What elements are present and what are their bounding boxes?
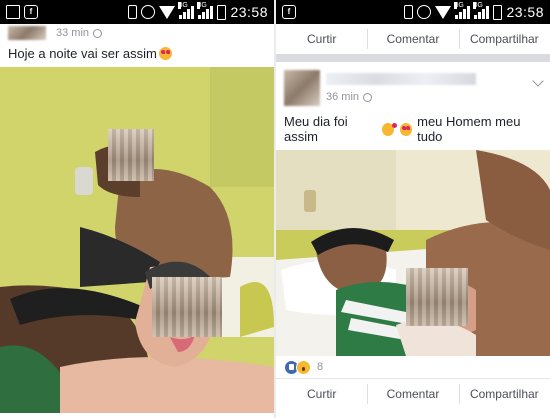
wifi-icon (435, 5, 452, 19)
post-time[interactable]: 36 min (326, 91, 359, 103)
like-button[interactable]: Curtir (276, 32, 367, 46)
share-button[interactable]: Compartilhar (458, 383, 550, 404)
post-meta: 36 min (326, 91, 534, 103)
author-name-redacted[interactable] (326, 73, 476, 85)
status-bar: f 3G 3G 23:58 (276, 0, 550, 24)
battery-icon (493, 4, 503, 20)
like-button[interactable]: Curtir (276, 387, 367, 401)
battery-icon (217, 4, 227, 20)
signal-icon: 3G (178, 2, 195, 19)
globe-icon (363, 92, 373, 102)
post-header: 36 min (276, 62, 550, 108)
comment-button[interactable]: Comentar (367, 383, 458, 404)
network-type-label: 3G (178, 2, 188, 9)
post-photo[interactable] (276, 150, 550, 356)
avatar[interactable] (8, 26, 46, 40)
signal-icon-2: 3G (197, 2, 214, 19)
blur-face-1 (108, 129, 154, 181)
blur-face-2 (152, 277, 222, 337)
post-actions: Curtir Comentar Compartilhar (276, 378, 550, 408)
clock-time: 23:58 (230, 4, 268, 20)
signal-icon-2: 3G (473, 2, 490, 19)
reaction-count[interactable]: 8 (317, 361, 323, 373)
post-message-start: Meu dia foi assim (284, 114, 348, 144)
photo-illustration (0, 67, 274, 413)
alarm-icon (417, 5, 432, 19)
network-type-label: 3G (454, 2, 464, 9)
alarm-icon (141, 5, 156, 19)
post-time[interactable]: 33 min (56, 27, 89, 39)
heart-eyes-emoji-icon (399, 122, 413, 136)
heart-eyes-emoji-icon (158, 47, 172, 60)
chevron-down-icon[interactable] (532, 75, 544, 87)
gallery-icon (6, 5, 20, 19)
post-text: Hoje a noite vai ser assim (0, 42, 274, 67)
wifi-icon (159, 5, 176, 19)
post-photo[interactable] (0, 67, 274, 413)
feed-separator (276, 54, 550, 62)
share-button[interactable]: Compartilhar (458, 29, 550, 49)
globe-icon (93, 28, 103, 38)
left-screenshot: f 3G 3G 23:58 33 min Hoje a noite vai se… (0, 0, 274, 418)
vibrate-icon (128, 5, 138, 19)
comment-button[interactable]: Comentar (367, 29, 458, 49)
post-message-end: meu Homem meu tudo (417, 114, 521, 144)
post-text: Meu dia foi assim meu Homem meu tudo (276, 108, 550, 150)
network-type-label-2: 3G (197, 2, 207, 9)
wow-reaction-icon (296, 359, 311, 375)
facebook-notification-icon: f (24, 5, 38, 19)
post-meta: 33 min (56, 27, 103, 39)
kiss-emoji-icon (381, 122, 398, 136)
status-bar: f 3G 3G 23:58 (0, 0, 274, 24)
post-header: 33 min (0, 24, 274, 42)
blur-face (406, 268, 468, 326)
clock-time: 23:58 (506, 4, 544, 20)
right-screenshot: f 3G 3G 23:58 Curtir Comentar Compartilh… (276, 0, 550, 418)
network-type-label-2: 3G (473, 2, 483, 9)
signal-icon: 3G (454, 2, 471, 19)
reactions-bar[interactable]: 8 (276, 356, 550, 378)
avatar[interactable] (284, 70, 320, 106)
post-message: Hoje a noite vai ser assim (8, 46, 157, 61)
vibrate-icon (404, 5, 414, 19)
previous-post-actions: Curtir Comentar Compartilhar (276, 24, 550, 54)
facebook-notification-icon: f (282, 5, 296, 19)
